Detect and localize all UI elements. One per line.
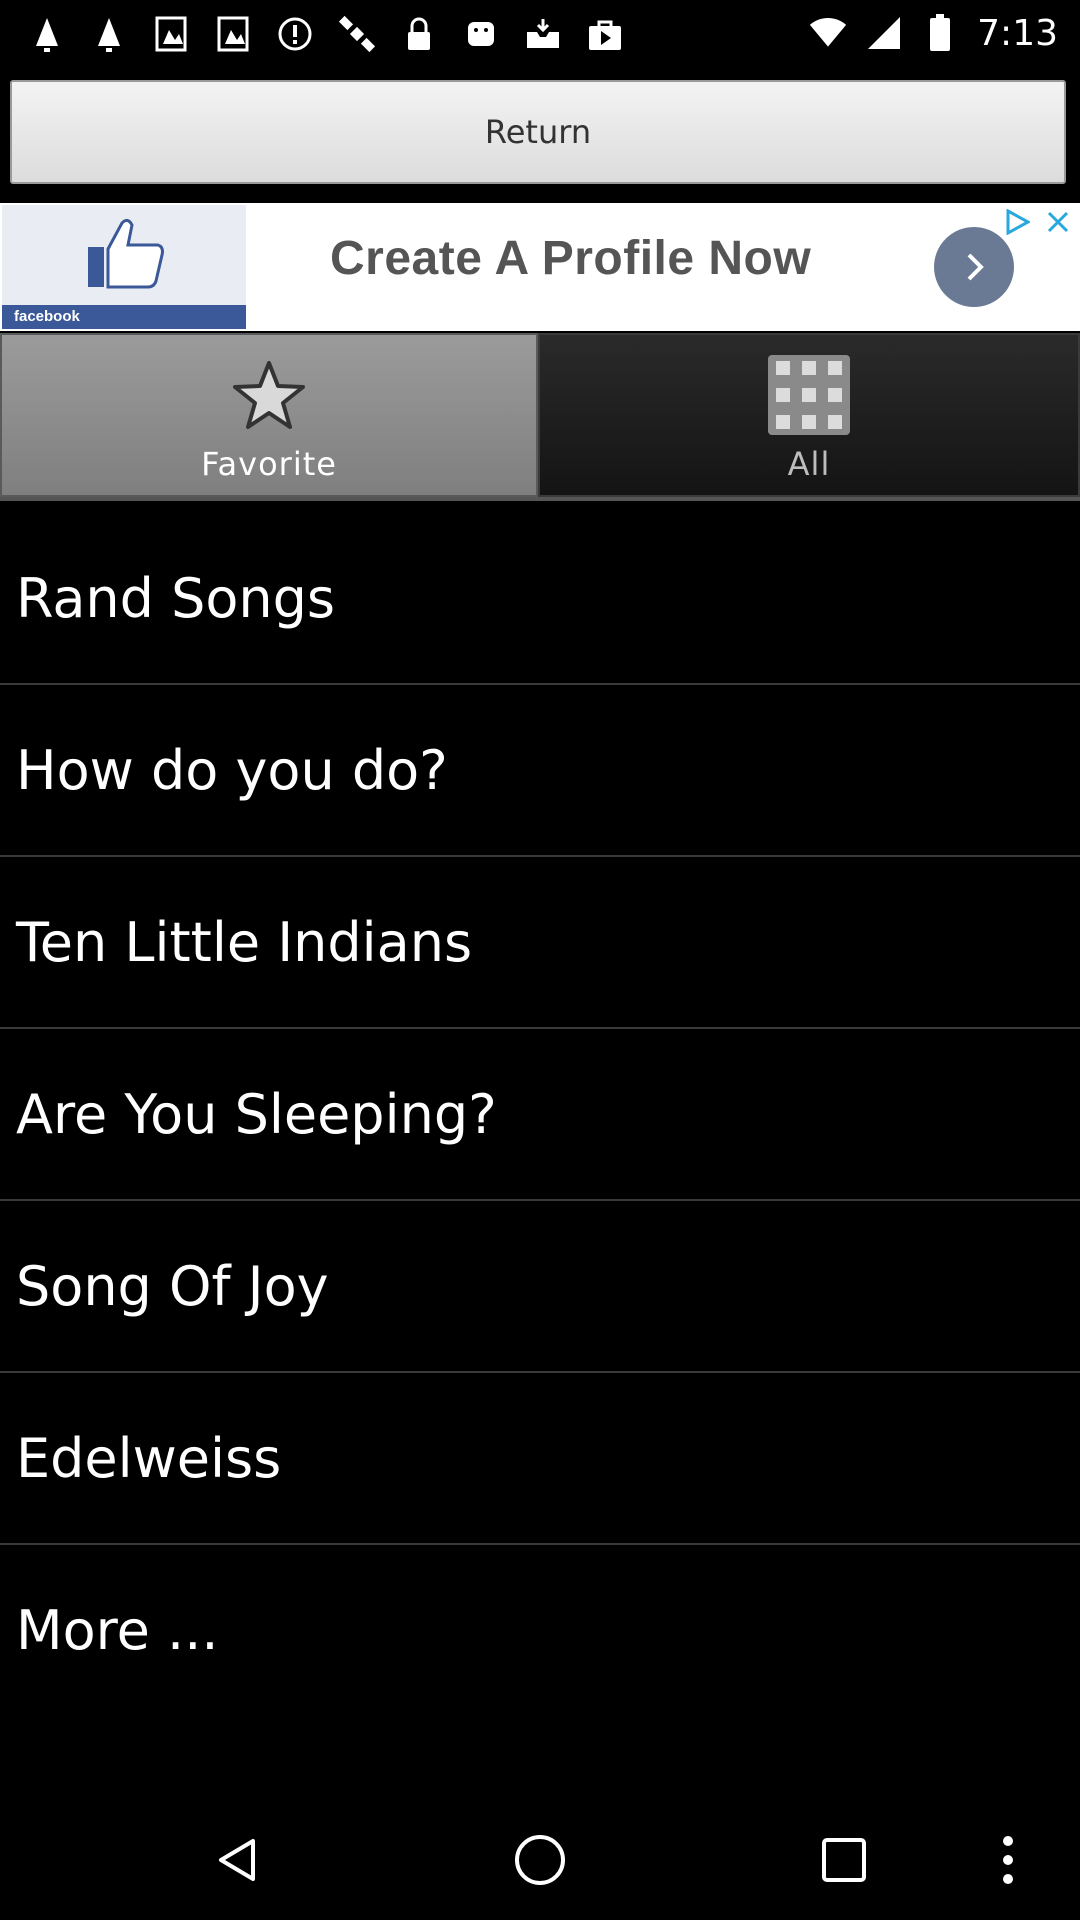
alert-icon — [276, 15, 314, 53]
list-item[interactable]: How do you do? — [0, 685, 1080, 857]
signal-icon — [865, 14, 903, 52]
tab-favorite[interactable]: Favorite — [0, 333, 538, 497]
home-button[interactable] — [470, 1800, 610, 1920]
song-title: Are You Sleeping? — [16, 1082, 497, 1146]
overflow-menu-icon — [1003, 1836, 1013, 1884]
ad-brand-label: facebook — [2, 305, 246, 329]
home-icon — [515, 1835, 565, 1885]
song-title: Ten Little Indians — [16, 910, 473, 974]
back-icon — [219, 1839, 255, 1881]
grid-icon — [768, 351, 850, 439]
song-title: Edelweiss — [16, 1426, 282, 1490]
back-button[interactable] — [168, 1800, 308, 1920]
notification-icon — [90, 15, 128, 53]
list-item[interactable]: Edelweiss — [0, 1373, 1080, 1545]
song-list: Rand Songs How do you do? Ten Little Ind… — [0, 513, 1080, 1715]
recents-icon — [822, 1838, 866, 1882]
star-icon — [231, 351, 307, 439]
chevron-right-icon — [967, 253, 984, 281]
ad-close-icon[interactable] — [1040, 205, 1076, 239]
satellite-icon — [338, 15, 376, 53]
image-icon — [152, 15, 190, 53]
status-time: 7:13 — [977, 12, 1058, 54]
status-bar: 7:13 — [0, 0, 1080, 66]
list-item[interactable]: Rand Songs — [0, 513, 1080, 685]
tab-favorite-label: Favorite — [201, 445, 337, 483]
wifi-icon — [809, 14, 847, 52]
ad-banner[interactable]: facebook Create A Profile Now — [0, 203, 1080, 331]
android-icon — [462, 15, 500, 53]
ad-headline: Create A Profile Now — [330, 232, 812, 285]
inbox-icon — [524, 15, 562, 53]
ad-facebook-image: facebook — [2, 205, 246, 329]
song-title: Rand Songs — [16, 566, 336, 630]
list-item[interactable]: Song Of Joy — [0, 1201, 1080, 1373]
notification-icon — [28, 15, 66, 53]
navigation-bar — [0, 1800, 1080, 1920]
more-label: More ... — [16, 1598, 219, 1662]
adchoices-icon[interactable] — [1000, 205, 1034, 239]
divider — [0, 497, 1080, 501]
return-button[interactable]: Return — [10, 80, 1066, 184]
song-title: Song Of Joy — [16, 1254, 329, 1318]
thumbs-up-icon — [88, 218, 164, 289]
tab-bar: Favorite All — [0, 333, 1080, 497]
status-icons-right: 7:13 — [809, 8, 1058, 58]
return-button-label: Return — [484, 113, 592, 151]
store-icon — [586, 15, 624, 53]
song-title: How do you do? — [16, 738, 448, 802]
battery-icon — [921, 14, 959, 52]
list-item[interactable]: Ten Little Indians — [0, 857, 1080, 1029]
image-icon — [214, 15, 252, 53]
lock-icon — [400, 15, 438, 53]
overflow-menu-button[interactable] — [958, 1800, 1058, 1920]
status-icons-left — [28, 12, 624, 56]
tab-all[interactable]: All — [538, 333, 1080, 497]
more-item[interactable]: More ... — [0, 1545, 1080, 1715]
recents-button[interactable] — [774, 1800, 914, 1920]
ad-arrow-button[interactable] — [934, 227, 1014, 307]
tab-all-label: All — [787, 445, 831, 483]
list-item[interactable]: Are You Sleeping? — [0, 1029, 1080, 1201]
